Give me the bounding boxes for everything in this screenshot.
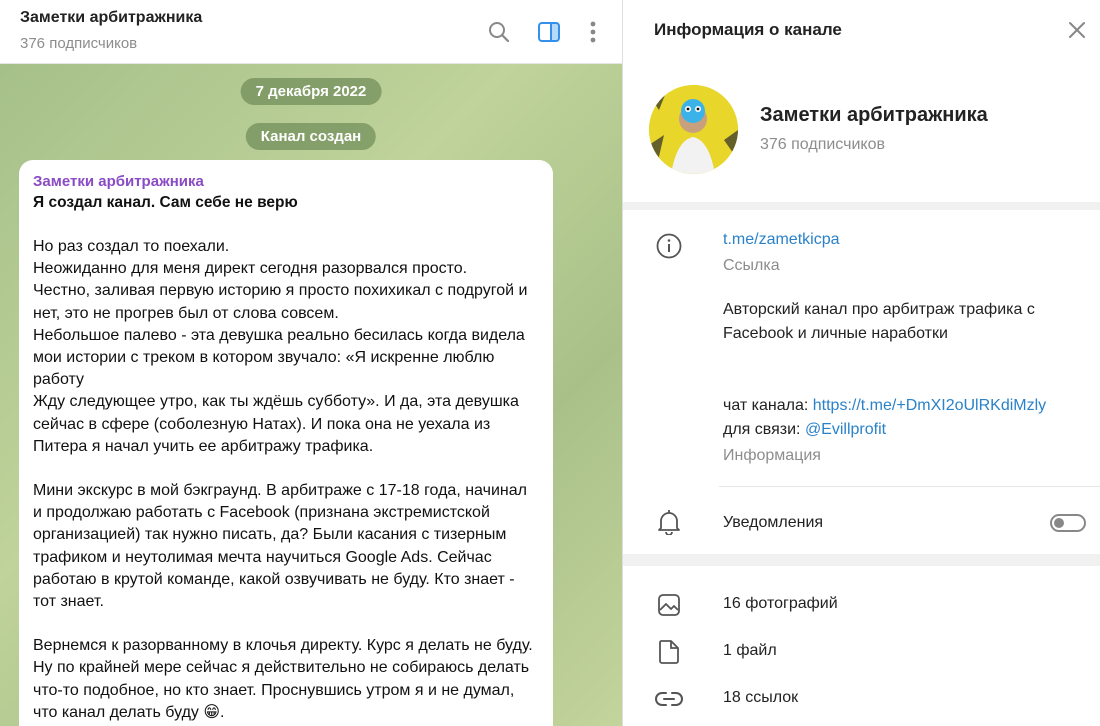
channel-subscribers: 376 подписчиков <box>760 136 885 153</box>
file-icon <box>655 638 683 666</box>
photo-icon <box>655 591 683 619</box>
files-label: 1 файл <box>723 642 777 659</box>
chat-link[interactable]: https://t.me/+DmXI2oUlRKdiMzly <box>813 397 1046 414</box>
message-author[interactable]: Заметки арбитражника <box>33 172 539 192</box>
notifications-toggle[interactable] <box>1050 514 1086 532</box>
chat-title: Заметки арбитражника <box>20 9 203 26</box>
link-icon <box>655 685 683 713</box>
message-paragraph-1: Но раз создал то поехали. Неожиданно для… <box>33 238 528 455</box>
service-message: Канал создан <box>245 123 377 150</box>
channel-info-pane: Информация о канале Заметки арбитражника… <box>622 0 1100 726</box>
info-icon <box>655 232 683 260</box>
channel-link[interactable]: t.me/zametkicpa <box>723 231 839 249</box>
channel-description: Авторский канал про арбитраж трафика с F… <box>723 301 1035 342</box>
chat-label: чат канала: <box>723 397 813 414</box>
chat-row: чат канала: https://t.me/+DmXI2oUlRKdiMz… <box>723 394 1046 418</box>
link-caption: Ссылка <box>723 257 780 274</box>
media-files[interactable]: 1 файл <box>623 630 1100 674</box>
photos-label: 16 фотографий <box>723 595 838 612</box>
contact-row: для связи: @Evillprofit <box>723 418 886 442</box>
bell-icon <box>655 508 683 536</box>
close-icon[interactable] <box>1063 16 1091 44</box>
media-photos[interactable]: 16 фотографий <box>623 583 1100 627</box>
divider <box>719 486 1100 487</box>
links-label: 18 ссылок <box>723 689 799 706</box>
message-bubble[interactable]: Заметки арбитражника Я создал канал. Сам… <box>19 160 553 726</box>
date-pill: 7 декабря 2022 <box>240 78 382 105</box>
toggle-knob <box>1054 518 1064 528</box>
channel-details: t.me/zametkicpa Ссылка Авторский канал п… <box>623 210 1100 554</box>
contact-link[interactable]: @Evillprofit <box>805 421 886 438</box>
message-title: Я создал канал. Сам себе не верю <box>33 194 298 211</box>
channel-profile: Заметки арбитражника 376 подписчиков <box>623 62 1100 202</box>
contact-label: для связи: <box>723 421 805 438</box>
sidebar-toggle-icon[interactable] <box>535 18 563 46</box>
info-header-title: Информация о канале <box>654 20 842 39</box>
message-paragraph-2: Мини экскурс в мой бэкграунд. В арбитраж… <box>33 482 527 611</box>
chat-subscribers: 376 подписчиков <box>20 35 138 52</box>
info-caption: Информация <box>723 447 821 464</box>
more-options-icon[interactable] <box>579 18 607 46</box>
notifications-label: Уведомления <box>723 514 824 531</box>
info-header: Информация о канале <box>623 0 1100 62</box>
search-icon[interactable] <box>485 18 513 46</box>
media-links[interactable]: 18 ссылок <box>623 677 1100 721</box>
chat-header[interactable]: Заметки арбитражника 376 подписчиков <box>0 0 622 64</box>
shared-media: 16 фотографий 1 файл 18 ссылок <box>623 566 1100 726</box>
message-paragraph-3: Вернемся к разорванному в клочья директу… <box>33 637 533 721</box>
chat-pane: Заметки арбитражника 376 подписчиков 7 д… <box>0 0 622 726</box>
channel-name: Заметки арбитражника <box>760 104 988 126</box>
avatar[interactable] <box>649 85 738 174</box>
